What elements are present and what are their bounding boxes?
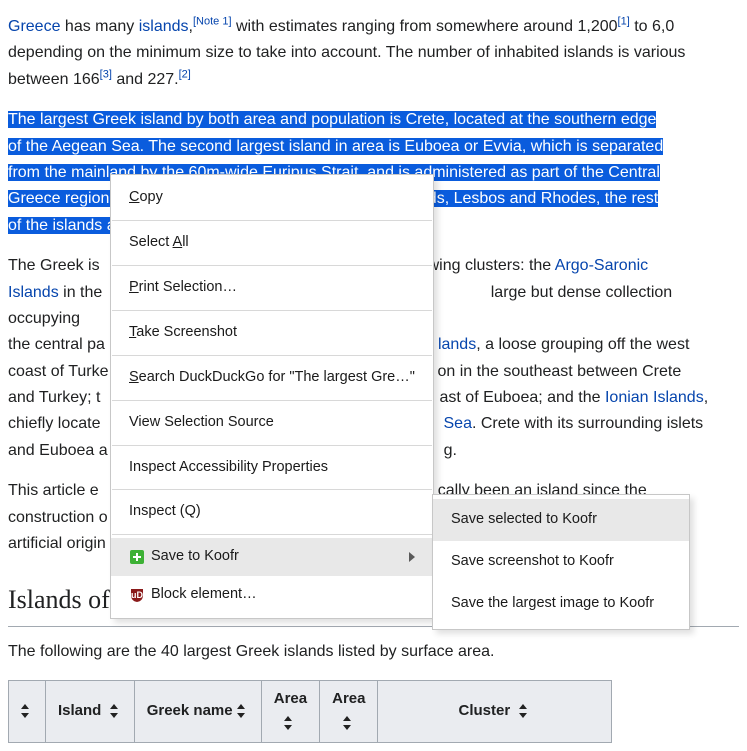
svg-text:uD: uD bbox=[131, 590, 143, 600]
menu-separator bbox=[112, 400, 432, 401]
menu-search-ddg[interactable]: Search DuckDuckGo for "The largest Gre…" bbox=[111, 359, 433, 397]
menu-inspect-a11y[interactable]: Inspect Accessibility Properties bbox=[111, 449, 433, 487]
context-submenu-koofr: Save selected to Koofr Save screenshot t… bbox=[432, 494, 690, 630]
submenu-save-screenshot[interactable]: Save screenshot to Koofr bbox=[433, 541, 689, 583]
table-intro: The following are the 40 largest Greek i… bbox=[8, 639, 739, 665]
paragraph-intro: Greece has many islands,[Note 1] with es… bbox=[8, 14, 739, 93]
sort-icon bbox=[21, 704, 29, 718]
col-area-2[interactable]: Area bbox=[320, 680, 378, 743]
menu-separator bbox=[112, 265, 432, 266]
ref-2[interactable]: [2] bbox=[179, 68, 191, 80]
link-islands[interactable]: islands bbox=[139, 18, 189, 35]
menu-save-koofr[interactable]: Save to Koofr bbox=[111, 538, 433, 576]
context-menu: Copy Select All Print Selection… Take Sc… bbox=[110, 174, 434, 619]
link-greece[interactable]: Greece bbox=[8, 18, 60, 35]
menu-separator bbox=[112, 489, 432, 490]
menu-inspect[interactable]: Inspect (Q) bbox=[111, 493, 433, 531]
menu-print-selection[interactable]: Print Selection… bbox=[111, 269, 433, 307]
ublock-icon: uD bbox=[129, 587, 151, 603]
sort-icon bbox=[110, 704, 118, 718]
link-argo-saronic[interactable]: Argo-Saronic bbox=[555, 257, 648, 274]
sort-icon bbox=[343, 716, 351, 730]
ref-note1[interactable]: [Note 1] bbox=[193, 16, 232, 28]
menu-separator bbox=[112, 445, 432, 446]
menu-select-all[interactable]: Select All bbox=[111, 224, 433, 262]
koofr-icon bbox=[129, 549, 151, 565]
link-sea[interactable]: Sea bbox=[444, 415, 472, 432]
menu-separator bbox=[112, 220, 432, 221]
submenu-save-largest-image[interactable]: Save the largest image to Koofr bbox=[433, 583, 689, 625]
menu-block-element[interactable]: uD Block element… bbox=[111, 576, 433, 614]
submenu-save-selected[interactable]: Save selected to Koofr bbox=[433, 499, 689, 541]
link-ionian[interactable]: Ionian Islands bbox=[605, 389, 704, 406]
col-cluster[interactable]: Cluster bbox=[378, 680, 611, 743]
sort-icon bbox=[237, 704, 245, 718]
ref-1[interactable]: [1] bbox=[618, 16, 630, 28]
col-greek-name[interactable]: Greek name bbox=[134, 680, 261, 743]
menu-copy[interactable]: Copy bbox=[111, 179, 433, 217]
link-lands[interactable]: lands bbox=[438, 336, 476, 353]
menu-view-source[interactable]: View Selection Source bbox=[111, 404, 433, 442]
link-argo-islands[interactable]: Islands bbox=[8, 284, 59, 301]
menu-separator bbox=[112, 310, 432, 311]
menu-take-screenshot[interactable]: Take Screenshot bbox=[111, 314, 433, 352]
menu-separator bbox=[112, 355, 432, 356]
islands-table: Island Greek name Area Area Cluster bbox=[8, 680, 612, 744]
chevron-right-icon bbox=[409, 552, 415, 562]
sort-icon bbox=[519, 704, 527, 718]
sort-icon bbox=[284, 716, 292, 730]
col-area-1[interactable]: Area bbox=[261, 680, 319, 743]
col-island[interactable]: Island bbox=[46, 680, 135, 743]
menu-separator bbox=[112, 534, 432, 535]
col-blank[interactable] bbox=[9, 680, 46, 743]
ref-3[interactable]: [3] bbox=[100, 68, 112, 80]
